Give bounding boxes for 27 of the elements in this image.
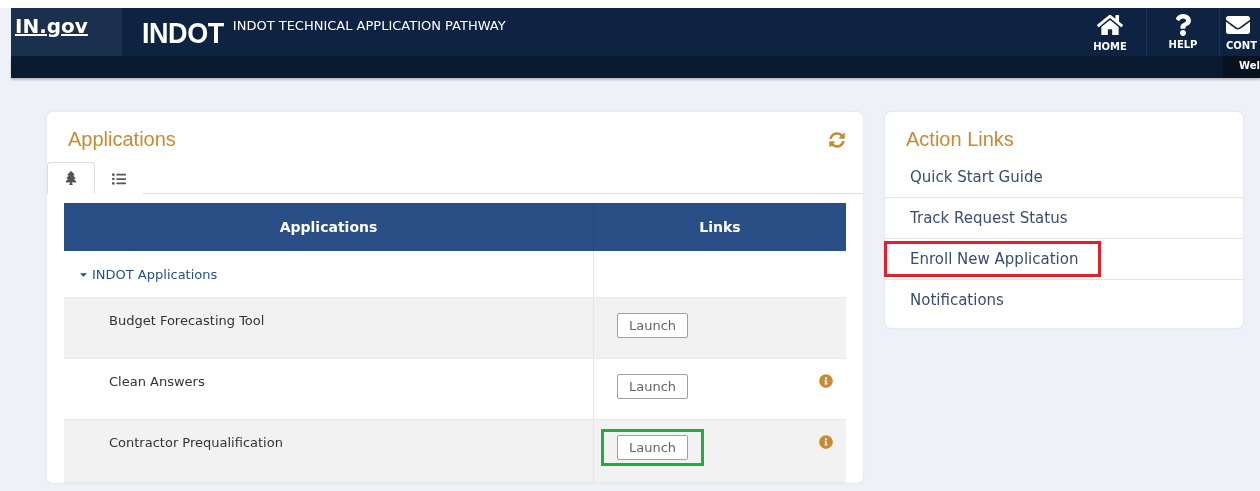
launch-button[interactable]: Launch	[617, 435, 689, 460]
group-toggle[interactable]: INDOT Applications	[78, 267, 218, 282]
column-header: Applications	[278, 218, 379, 237]
card-title: Action Links	[906, 128, 1014, 151]
action-link[interactable]: Track Request Status	[884, 200, 1091, 236]
nav-link[interactable]: HOME	[1074, 8, 1146, 56]
launch-button[interactable]: Launch	[617, 374, 689, 399]
card-title: Applications	[68, 128, 176, 151]
application-name: Budget Forecasting Tool	[109, 313, 265, 328]
list-icon	[112, 171, 126, 186]
launch-button[interactable]: Launch	[617, 313, 689, 338]
action-link[interactable]: Quick Start Guide	[884, 159, 1066, 195]
envelope-icon	[1226, 13, 1250, 37]
nav-link[interactable]: CONT	[1219, 8, 1260, 56]
application-name: Contractor Prequalification	[109, 435, 283, 450]
action-link[interactable]: Enroll New Application	[884, 241, 1102, 277]
welcome-text: Wel	[1223, 56, 1260, 78]
home-icon	[1097, 12, 1123, 38]
brand-logo: INDOT	[142, 16, 224, 51]
action-link[interactable]: Notifications	[884, 282, 1027, 318]
info-icon[interactable]	[819, 374, 833, 388]
tree-icon	[64, 171, 78, 185]
application-name: Clean Answers	[109, 374, 205, 389]
refresh-icon[interactable]	[829, 131, 845, 148]
view-tab[interactable]	[47, 162, 95, 194]
info-icon[interactable]	[819, 435, 833, 449]
app-title: INDOT TECHNICAL APPLICATION PATHWAY	[232, 18, 506, 35]
